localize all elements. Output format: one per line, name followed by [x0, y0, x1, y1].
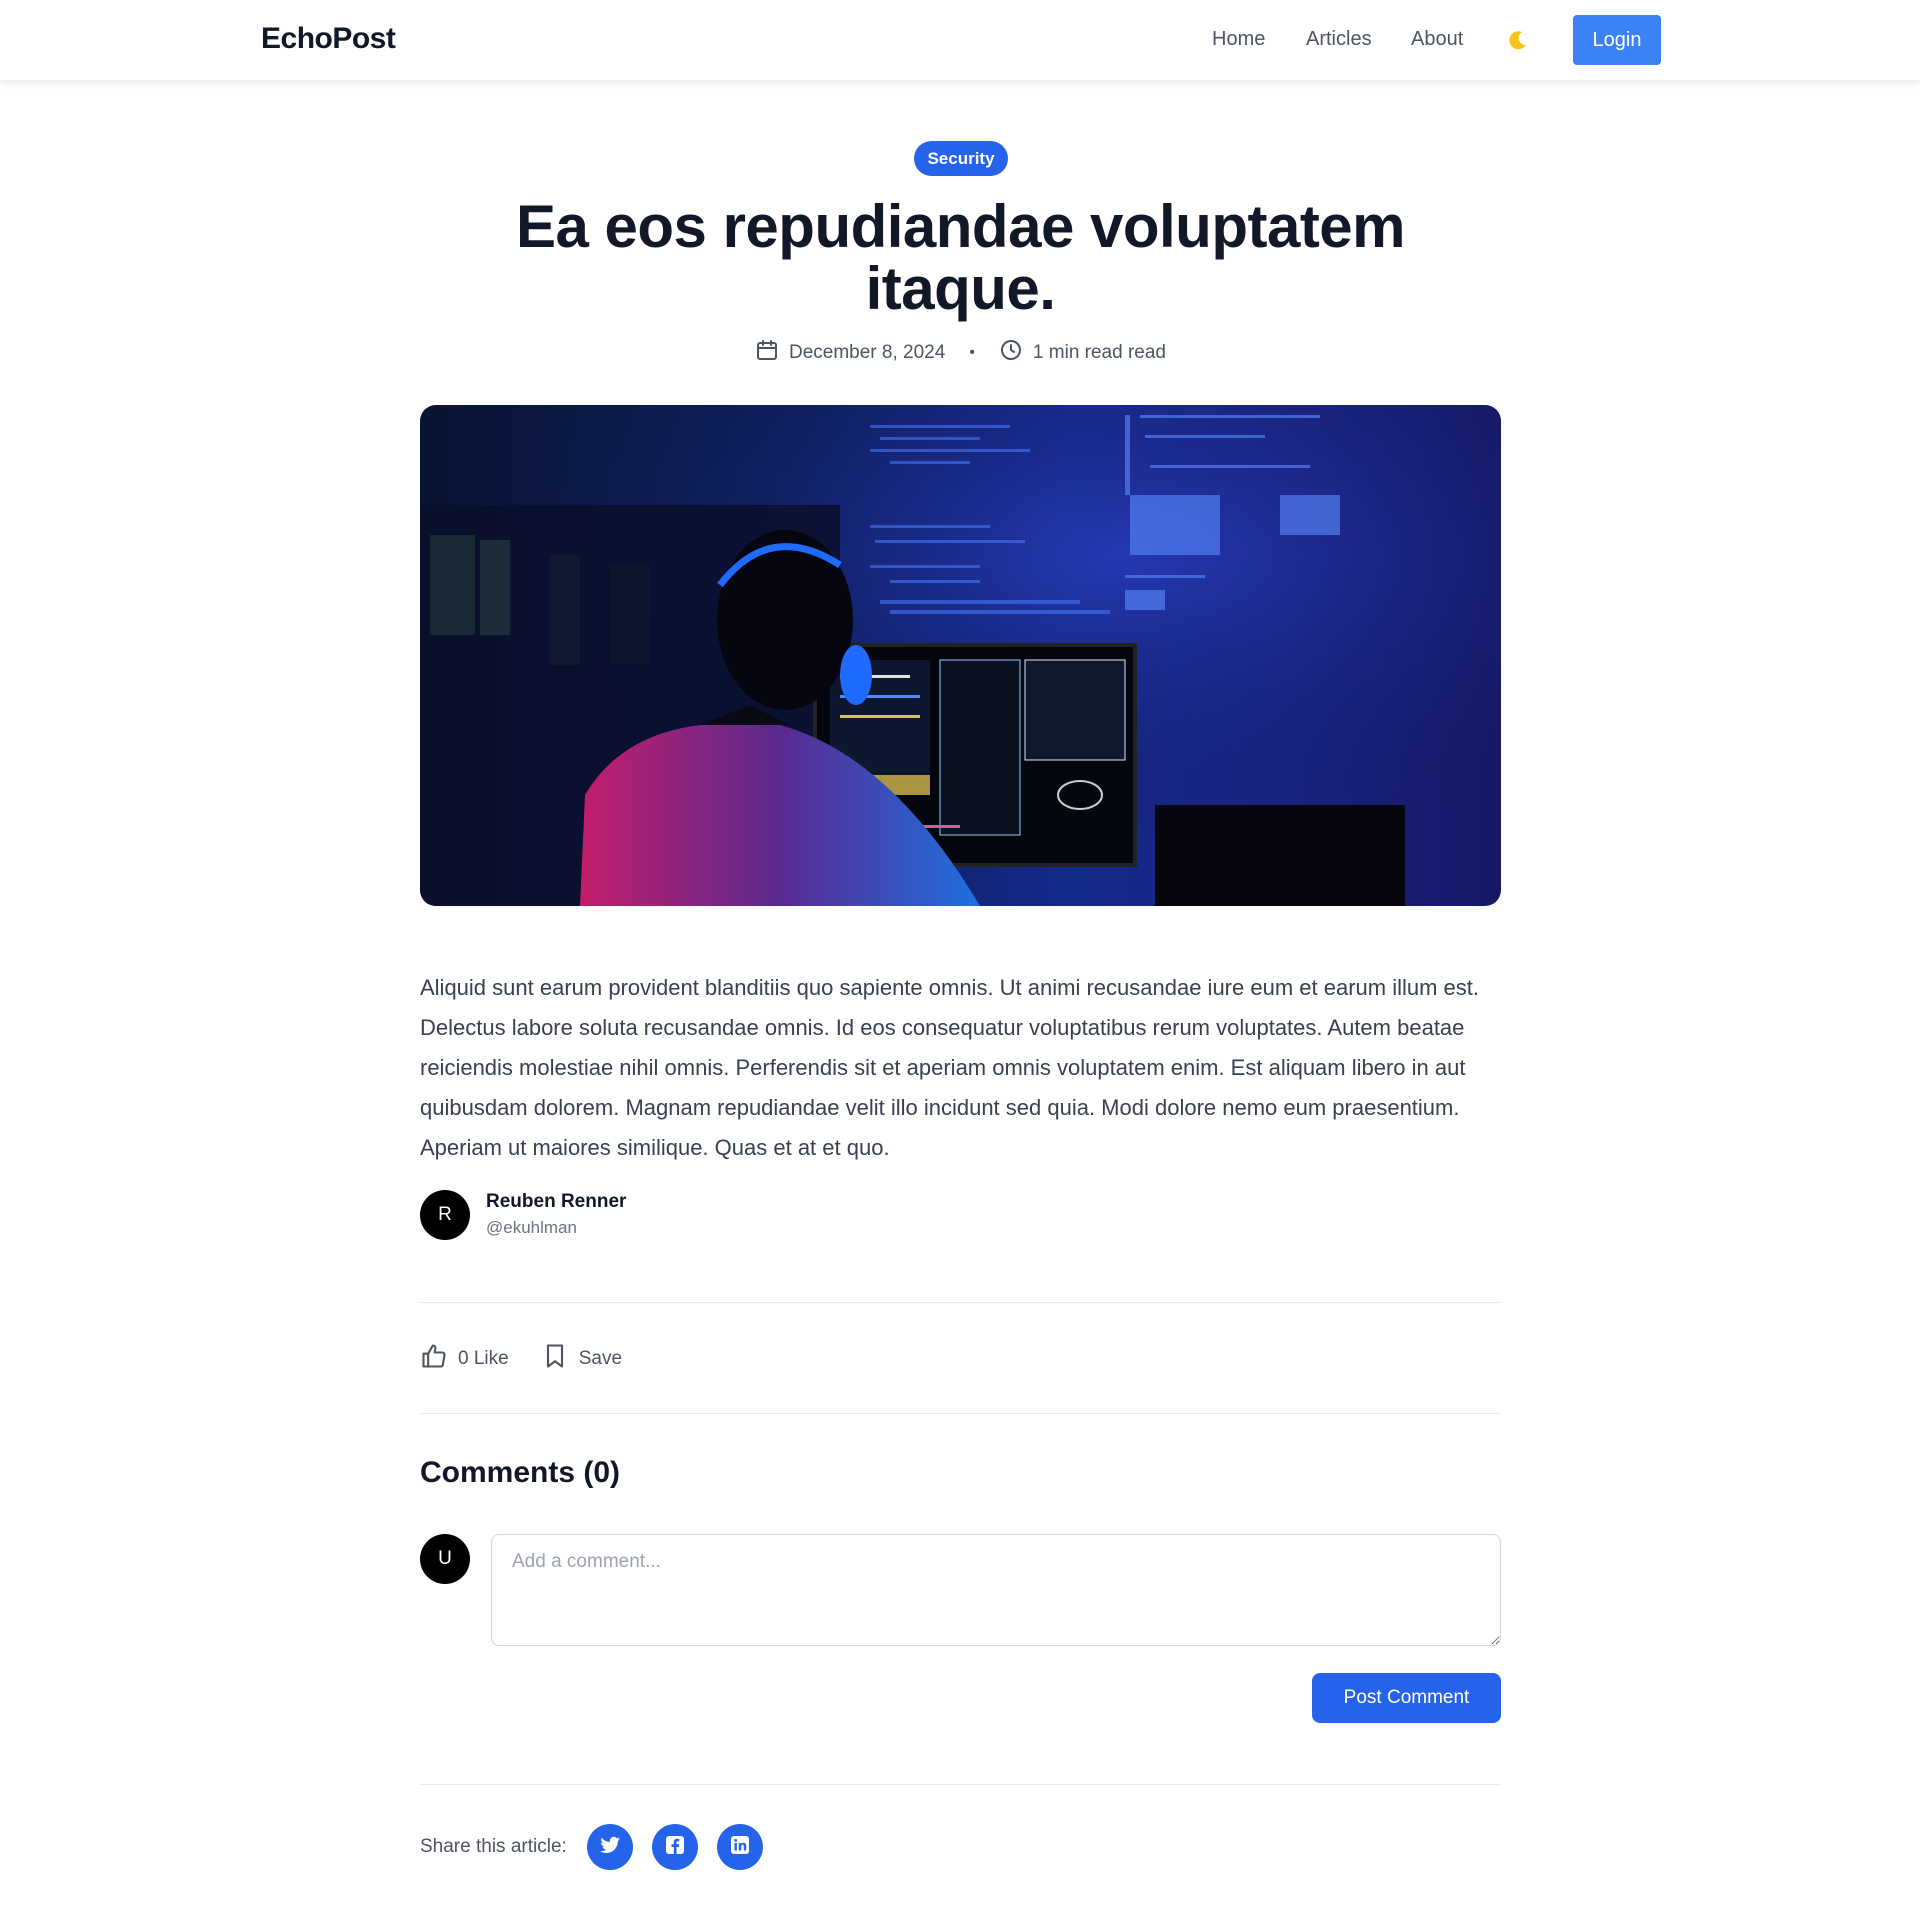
site-logo[interactable]: EchoPost — [261, 22, 396, 56]
article-meta: December 8, 2024 • 1 min read read — [420, 338, 1501, 368]
article-title: Ea eos repudiandae voluptatem itaque. — [515, 193, 1406, 322]
calendar-icon — [755, 338, 779, 368]
nav-articles[interactable]: Articles — [1306, 28, 1372, 51]
comments-title: Comments (0) — [420, 1456, 621, 1489]
divider — [420, 1784, 1501, 1785]
like-label: 0 Like — [458, 1348, 509, 1369]
clock-icon — [999, 338, 1023, 368]
post-comment-button[interactable]: Post Comment — [1312, 1673, 1501, 1723]
hero-image — [420, 405, 1501, 906]
save-button[interactable]: Save — [541, 1342, 622, 1376]
comment-input[interactable] — [491, 1534, 1501, 1646]
user-avatar: U — [420, 1534, 470, 1584]
save-label: Save — [578, 1348, 623, 1369]
article-actions: 0 Like Save — [420, 1342, 654, 1376]
site-header: EchoPost Home Articles About Login — [0, 0, 1920, 80]
share-twitter-button[interactable] — [586, 1824, 633, 1870]
divider — [420, 1413, 1501, 1414]
read-time: 1 min read read — [1032, 342, 1166, 363]
author-handle: @ekuhlman — [486, 1218, 577, 1237]
moon-icon[interactable] — [1506, 28, 1530, 52]
author-avatar[interactable]: R — [420, 1190, 470, 1240]
linkedin-icon — [728, 1833, 752, 1862]
nav-home[interactable]: Home — [1212, 28, 1265, 51]
article-body: Aliquid sunt earum provident blanditiis … — [420, 975, 1479, 1160]
login-button[interactable]: Login — [1573, 15, 1661, 65]
author-name[interactable]: Reuben Renner — [486, 1189, 626, 1215]
meta-separator: • — [969, 344, 975, 361]
nav-about[interactable]: About — [1411, 28, 1463, 51]
publish-date: December 8, 2024 — [788, 342, 946, 363]
category-badge[interactable]: Security — [914, 141, 1008, 176]
divider — [420, 1302, 1501, 1303]
bookmark-icon — [541, 1342, 569, 1376]
share-bar: Share this article: — [420, 1824, 782, 1870]
like-button[interactable]: 0 Like — [420, 1342, 509, 1376]
share-linkedin-button[interactable] — [716, 1824, 763, 1870]
share-facebook-button[interactable] — [651, 1824, 698, 1870]
author-card[interactable]: R Reuben Renner @ekuhlman — [420, 1189, 626, 1241]
twitter-icon — [598, 1833, 622, 1862]
thumbs-up-icon — [420, 1342, 448, 1376]
facebook-icon — [663, 1833, 687, 1862]
share-label: Share this article: — [420, 1836, 567, 1857]
